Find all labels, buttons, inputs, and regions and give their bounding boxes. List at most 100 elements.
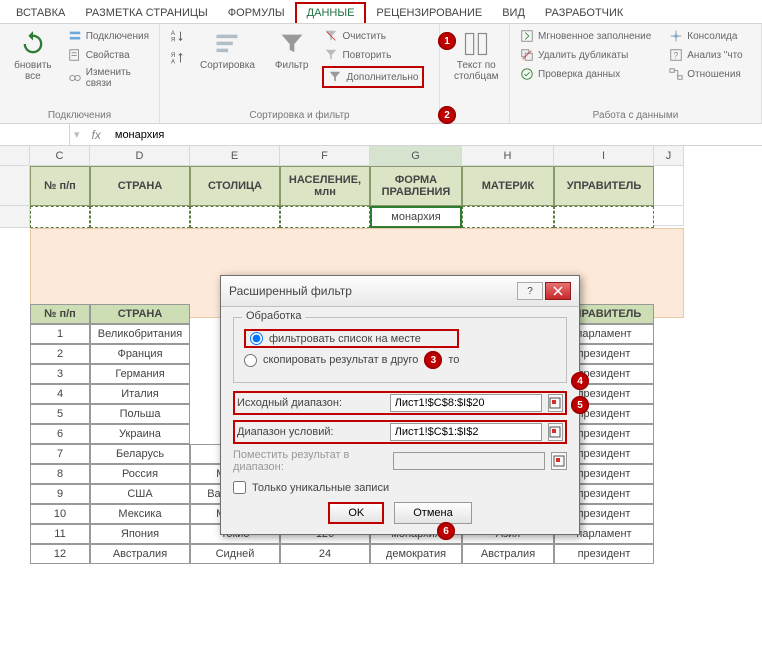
cell[interactable]: 10 bbox=[30, 504, 90, 524]
reapply-filter-button[interactable]: Повторить bbox=[322, 47, 424, 63]
cell[interactable]: Беларусь bbox=[90, 444, 190, 464]
unique-records-checkbox[interactable] bbox=[233, 481, 246, 494]
filter-button[interactable]: Фильтр bbox=[269, 28, 315, 73]
crit-cell[interactable] bbox=[30, 206, 90, 228]
cancel-button[interactable]: Отмена bbox=[394, 502, 471, 524]
tab-review[interactable]: РЕЦЕНЗИРОВАНИЕ bbox=[366, 4, 492, 23]
cell[interactable]: Мексика bbox=[90, 504, 190, 524]
cell[interactable]: Сидней bbox=[190, 544, 280, 564]
clear-icon bbox=[324, 29, 338, 43]
sort-asc-icon: AЯ bbox=[170, 29, 184, 43]
crit-cell-form[interactable]: монархия bbox=[370, 206, 462, 228]
tab-formulas[interactable]: ФОРМУЛЫ bbox=[218, 4, 295, 23]
crit-cell[interactable] bbox=[190, 206, 280, 228]
tab-page-layout[interactable]: РАЗМЕТКА СТРАНИЦЫ bbox=[75, 4, 217, 23]
clear-filter-button[interactable]: Очистить bbox=[322, 28, 424, 44]
tab-insert[interactable]: ВСТАВКА bbox=[6, 4, 75, 23]
remove-duplicates-button[interactable]: Удалить дубликаты bbox=[518, 47, 653, 63]
advanced-icon bbox=[328, 70, 342, 84]
col-header-e[interactable]: E bbox=[190, 146, 280, 166]
table-row[interactable]: 12АвстралияСидней24демократияАвстралияпр… bbox=[30, 544, 654, 564]
properties-button[interactable]: Свойства bbox=[66, 47, 151, 63]
relationships-button[interactable]: Отношения bbox=[667, 66, 744, 82]
advanced-filter-button[interactable]: Дополнительно bbox=[322, 66, 424, 88]
cell[interactable]: 3 bbox=[30, 364, 90, 384]
cell[interactable]: 9 bbox=[30, 484, 90, 504]
cell[interactable]: 7 bbox=[30, 444, 90, 464]
cell[interactable]: Япония bbox=[90, 524, 190, 544]
tab-data[interactable]: ДАННЫЕ bbox=[295, 2, 367, 23]
tab-view[interactable]: ВИД bbox=[492, 4, 535, 23]
cell[interactable]: Украина bbox=[90, 424, 190, 444]
whatif-button[interactable]: ?Анализ "что bbox=[667, 47, 744, 63]
sort-desc-icon: ЯA bbox=[170, 51, 184, 65]
edit-links-button[interactable]: Изменить связи bbox=[66, 66, 151, 90]
cell[interactable]: Франция bbox=[90, 344, 190, 364]
flash-fill-button[interactable]: Мгновенное заполнение bbox=[518, 28, 653, 44]
cell[interactable]: 4 bbox=[30, 384, 90, 404]
refresh-all-button[interactable]: бновить все bbox=[8, 28, 58, 84]
svg-text:Я: Я bbox=[171, 36, 175, 43]
cell[interactable]: демократия bbox=[370, 544, 462, 564]
cell[interactable]: Россия bbox=[90, 464, 190, 484]
cell[interactable]: Италия bbox=[90, 384, 190, 404]
cell[interactable]: Польша bbox=[90, 404, 190, 424]
col-header-j[interactable]: J bbox=[654, 146, 684, 166]
crit-header-country: СТРАНА bbox=[90, 166, 190, 206]
cell[interactable]: Великобритания bbox=[90, 324, 190, 344]
criteria-range-input[interactable] bbox=[390, 423, 542, 441]
cell[interactable]: президент bbox=[554, 544, 654, 564]
data-validation-button[interactable]: Проверка данных bbox=[518, 66, 653, 82]
col-header-f[interactable]: F bbox=[280, 146, 370, 166]
cell[interactable]: 6 bbox=[30, 424, 90, 444]
cell[interactable]: США bbox=[90, 484, 190, 504]
crit-cell[interactable] bbox=[462, 206, 554, 228]
tab-developer[interactable]: РАЗРАБОТЧИК bbox=[535, 4, 633, 23]
text-to-columns-button[interactable]: Текст по столбцам bbox=[448, 28, 505, 84]
destination-label: Поместить результат в диапазон: bbox=[233, 449, 387, 473]
criteria-range-label: Диапазон условий: bbox=[237, 426, 384, 438]
formula-input[interactable] bbox=[109, 129, 762, 141]
ok-button[interactable]: OK bbox=[328, 502, 384, 524]
filter-in-place-radio[interactable] bbox=[250, 332, 263, 345]
text-columns-icon bbox=[462, 30, 490, 58]
col-header-h[interactable]: H bbox=[462, 146, 554, 166]
cell[interactable]: Австралия bbox=[462, 544, 554, 564]
range-picker-button[interactable] bbox=[548, 423, 563, 441]
col-header-c[interactable]: C bbox=[30, 146, 90, 166]
svg-text:A: A bbox=[171, 58, 176, 65]
svg-text:?: ? bbox=[674, 51, 679, 61]
consolidate-button[interactable]: Консолида bbox=[667, 28, 744, 44]
crit-cell[interactable] bbox=[554, 206, 654, 228]
cell[interactable]: Германия bbox=[90, 364, 190, 384]
source-range-input[interactable] bbox=[390, 394, 542, 412]
close-button[interactable] bbox=[545, 282, 571, 300]
sort-az-button[interactable]: AЯ bbox=[168, 28, 186, 44]
sort-za-button[interactable]: ЯA bbox=[168, 50, 186, 66]
name-box[interactable] bbox=[0, 124, 70, 145]
sort-button[interactable]: Сортировка bbox=[194, 28, 261, 73]
copy-to-radio[interactable] bbox=[244, 354, 257, 367]
connections-button[interactable]: Подключения bbox=[66, 28, 151, 44]
cell[interactable]: 2 bbox=[30, 344, 90, 364]
dialog-titlebar[interactable]: Расширенный фильтр ? bbox=[221, 276, 579, 307]
range-picker-button[interactable] bbox=[548, 394, 563, 412]
col-header-i[interactable]: I bbox=[554, 146, 654, 166]
col-header-d[interactable]: D bbox=[90, 146, 190, 166]
crit-cell[interactable] bbox=[90, 206, 190, 228]
cell[interactable]: 5 bbox=[30, 404, 90, 424]
range-picker-button[interactable] bbox=[551, 452, 567, 470]
cell[interactable]: 24 bbox=[280, 544, 370, 564]
crit-cell[interactable] bbox=[280, 206, 370, 228]
cell[interactable]: 8 bbox=[30, 464, 90, 484]
crit-header-continent: МАТЕРИК bbox=[462, 166, 554, 206]
help-button[interactable]: ? bbox=[517, 282, 543, 300]
cell[interactable]: 12 bbox=[30, 544, 90, 564]
cell[interactable]: 1 bbox=[30, 324, 90, 344]
col-header-g[interactable]: G bbox=[370, 146, 462, 166]
cell[interactable]: 11 bbox=[30, 524, 90, 544]
whatif-icon: ? bbox=[669, 48, 683, 62]
fx-button[interactable]: fx bbox=[84, 128, 109, 142]
cell[interactable]: Австралия bbox=[90, 544, 190, 564]
crit-header-capital: СТОЛИЦА bbox=[190, 166, 280, 206]
